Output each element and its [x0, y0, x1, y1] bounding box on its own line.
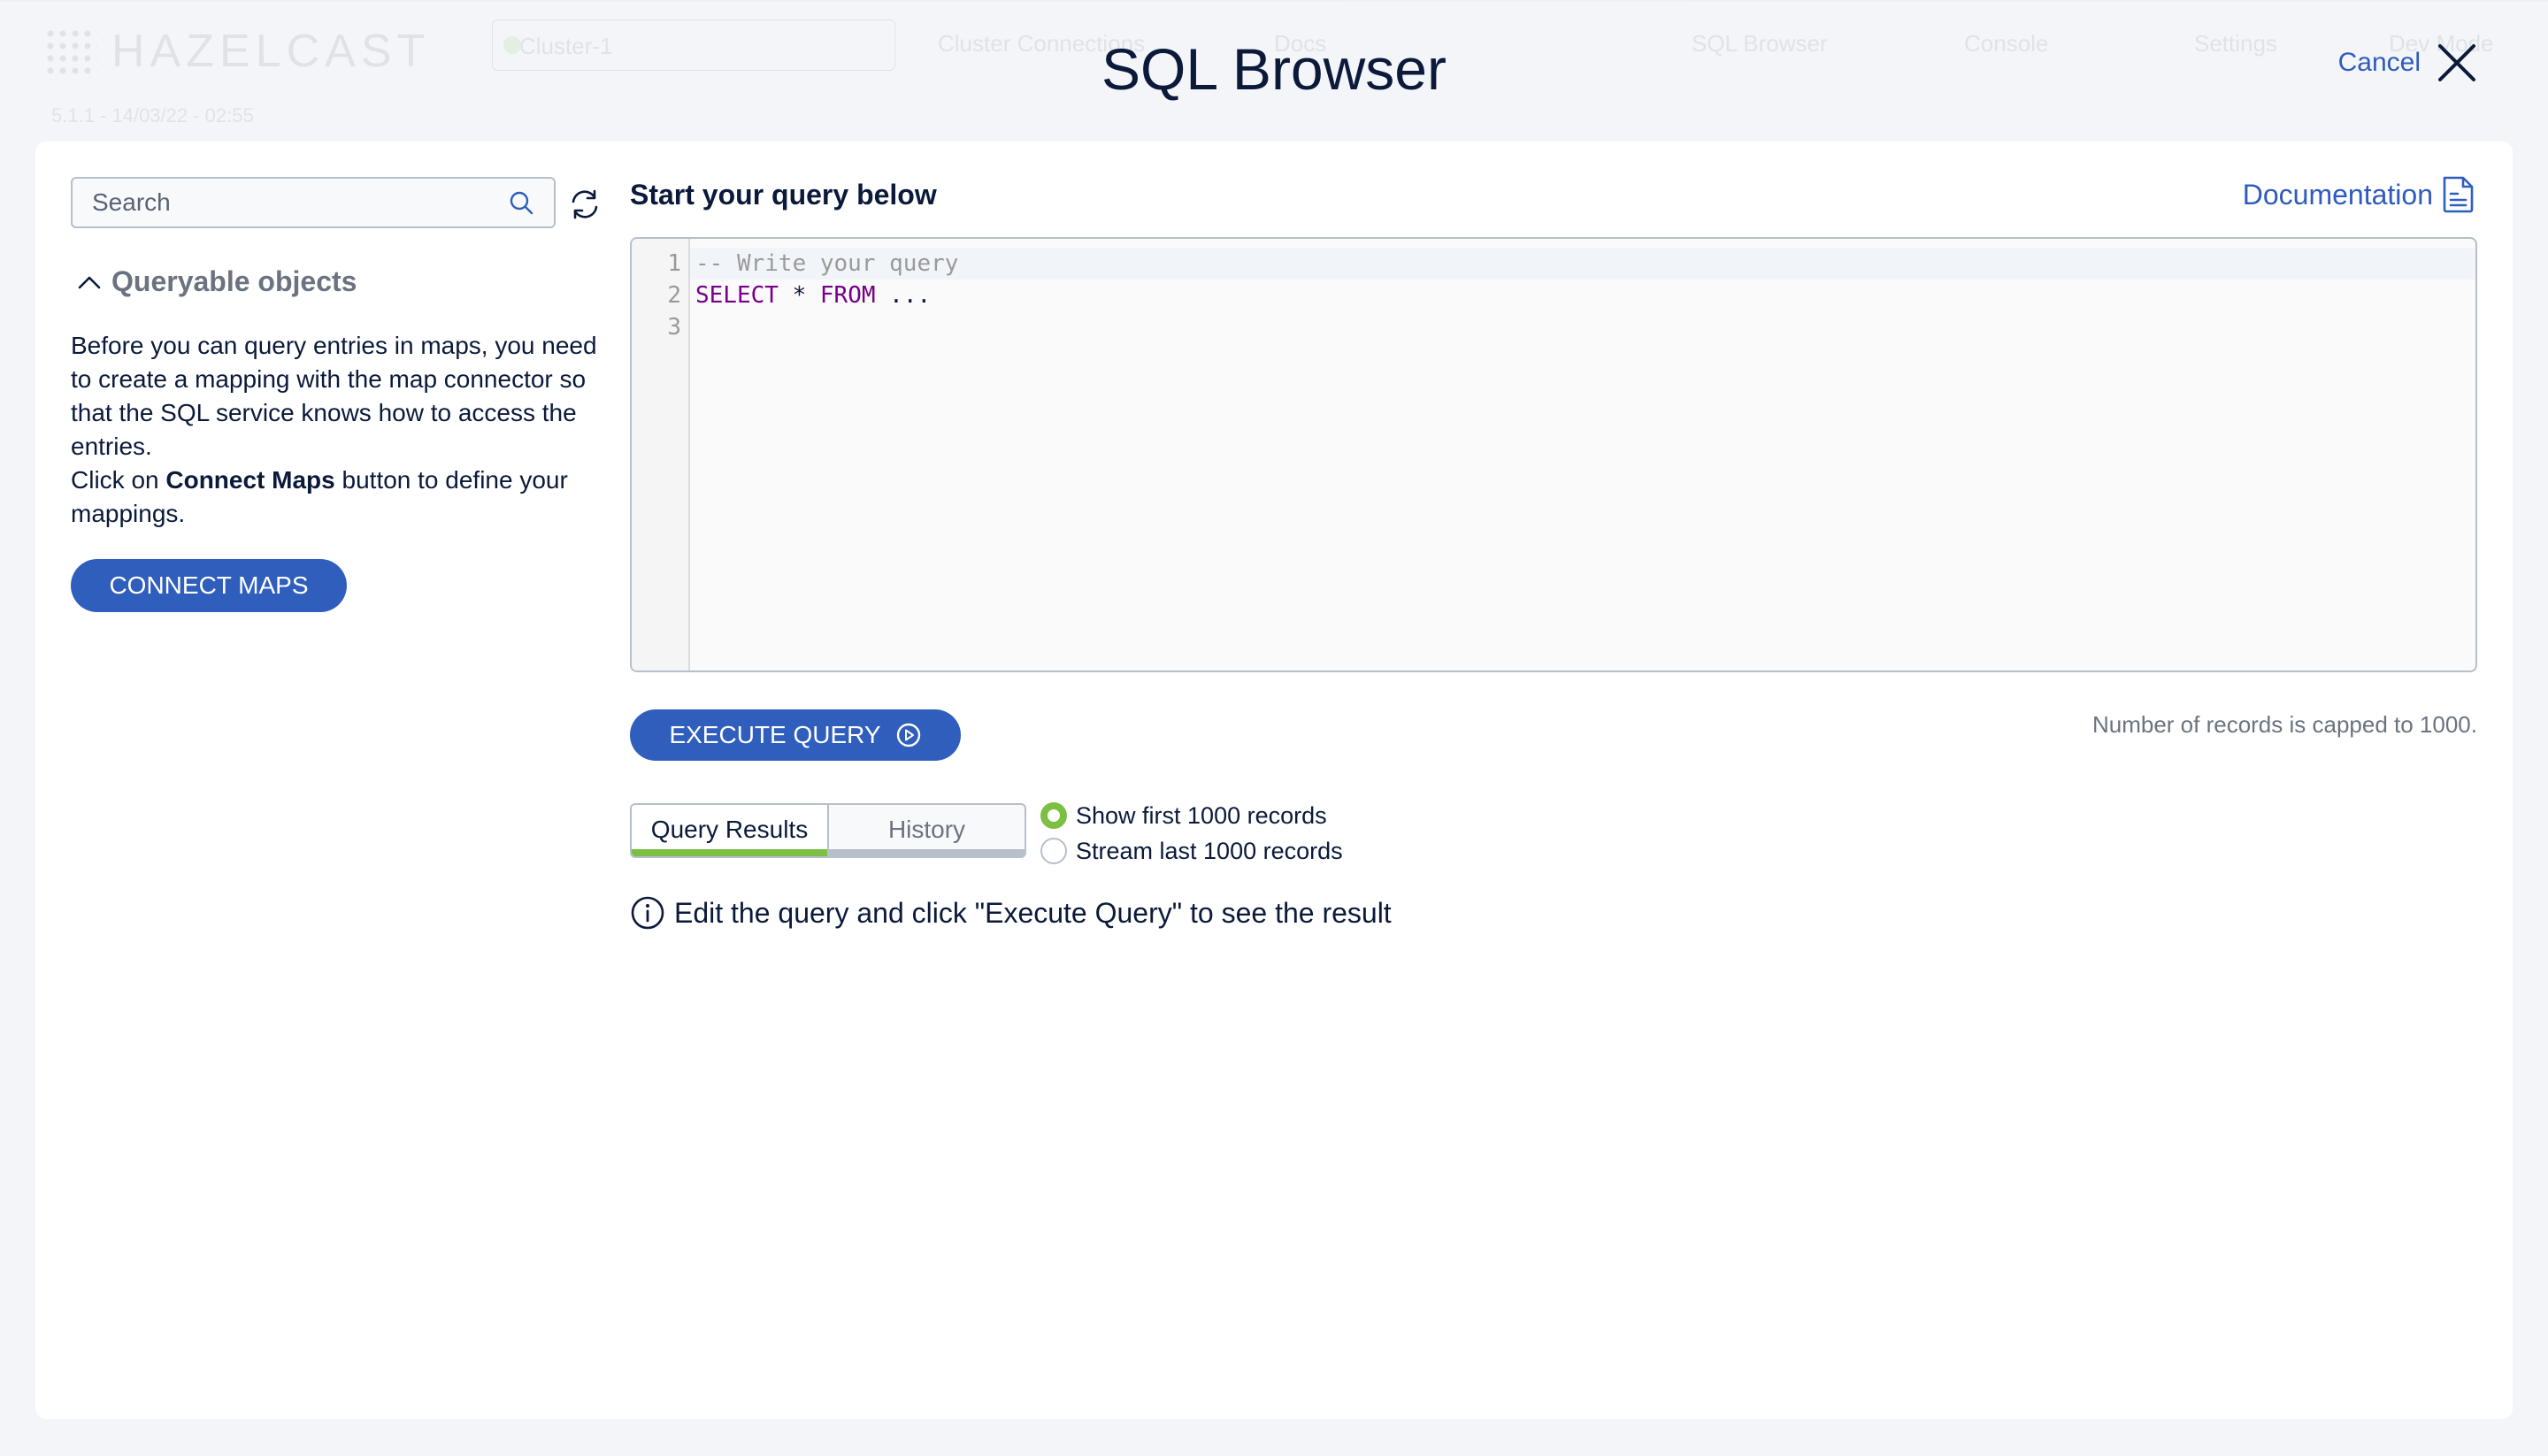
code-text: * [778, 282, 820, 309]
close-icon[interactable] [2437, 42, 2477, 83]
cancel-button[interactable]: Cancel [2338, 42, 2477, 83]
search-input[interactable] [92, 188, 508, 217]
line-number: 2 [667, 282, 681, 309]
play-circle-icon [896, 723, 920, 747]
empty-results-text: Edit the query and click "Execute Query"… [674, 896, 1392, 929]
line-number-gutter: 1 2 3 [632, 239, 690, 671]
tab-history[interactable]: History [827, 805, 1025, 856]
editor-title: Start your query below [630, 179, 937, 211]
results-tabs: Query Results History [630, 803, 1026, 858]
radio-label: Stream last 1000 records [1076, 837, 1343, 864]
tab-query-results[interactable]: Query Results [632, 805, 827, 856]
search-icon[interactable] [508, 189, 534, 216]
refresh-icon[interactable] [568, 188, 602, 221]
radio-button[interactable] [1040, 838, 1067, 864]
sql-browser-panel: Queryable objects Before you can query e… [35, 142, 2513, 1419]
modal-title: SQL Browser [1101, 36, 1447, 102]
code-line[interactable]: SELECT * FROM ... [690, 280, 2475, 311]
sql-editor[interactable]: 1 2 3 -- Write your query SELECT * FROM … [630, 237, 2477, 672]
info-icon [631, 896, 664, 930]
radio-stream-last[interactable]: Stream last 1000 records [1040, 833, 1343, 869]
top-border [0, 0, 2548, 2]
execute-query-button[interactable]: EXECUTE QUERY [630, 709, 961, 761]
code-keyword: FROM [819, 282, 876, 309]
help-paragraph-2: Click on Connect Maps button to define y… [71, 464, 602, 531]
execute-query-label: EXECUTE QUERY [669, 721, 881, 748]
queryable-objects-title: Queryable objects [111, 265, 357, 297]
code-line[interactable] [690, 311, 2475, 343]
code-keyword: SELECT [695, 282, 779, 309]
documentation-label: Documentation [2242, 178, 2433, 211]
queryable-objects-toggle[interactable]: Queryable objects [76, 265, 357, 298]
version-label: 5.1.1 - 14/03/22 - 02:55 [51, 104, 254, 126]
search-field[interactable] [71, 177, 556, 228]
code-area[interactable]: -- Write your query SELECT * FROM ... [690, 248, 2475, 343]
connect-maps-button[interactable]: CONNECT MAPS [71, 559, 347, 612]
line-number: 3 [667, 314, 681, 341]
cancel-label: Cancel [2337, 48, 2421, 77]
code-comment: -- Write your query [695, 250, 959, 277]
chevron-up-icon [78, 276, 101, 288]
radio-show-first[interactable]: Show first 1000 records [1040, 798, 1343, 833]
code-line[interactable]: -- Write your query [690, 248, 2475, 280]
code-text: ... [875, 282, 932, 309]
help-bold: Connect Maps [165, 466, 335, 494]
help-paragraph-1: Before you can query entries in maps, yo… [71, 332, 597, 460]
mapping-help-text: Before you can query entries in maps, yo… [71, 329, 602, 531]
radio-button-checked[interactable] [1040, 802, 1067, 829]
help-prefix: Click on [71, 466, 166, 494]
line-number: 1 [667, 250, 681, 277]
empty-results-message: Edit the query and click "Execute Query"… [630, 895, 1392, 931]
radio-label: Show first 1000 records [1076, 801, 1327, 829]
document-icon [2443, 176, 2474, 213]
documentation-link[interactable]: Documentation [2243, 175, 2475, 214]
records-cap-note: Number of records is capped to 1000. [2091, 711, 2477, 738]
record-mode-radio-group: Show first 1000 records Stream last 1000… [1040, 798, 1343, 869]
